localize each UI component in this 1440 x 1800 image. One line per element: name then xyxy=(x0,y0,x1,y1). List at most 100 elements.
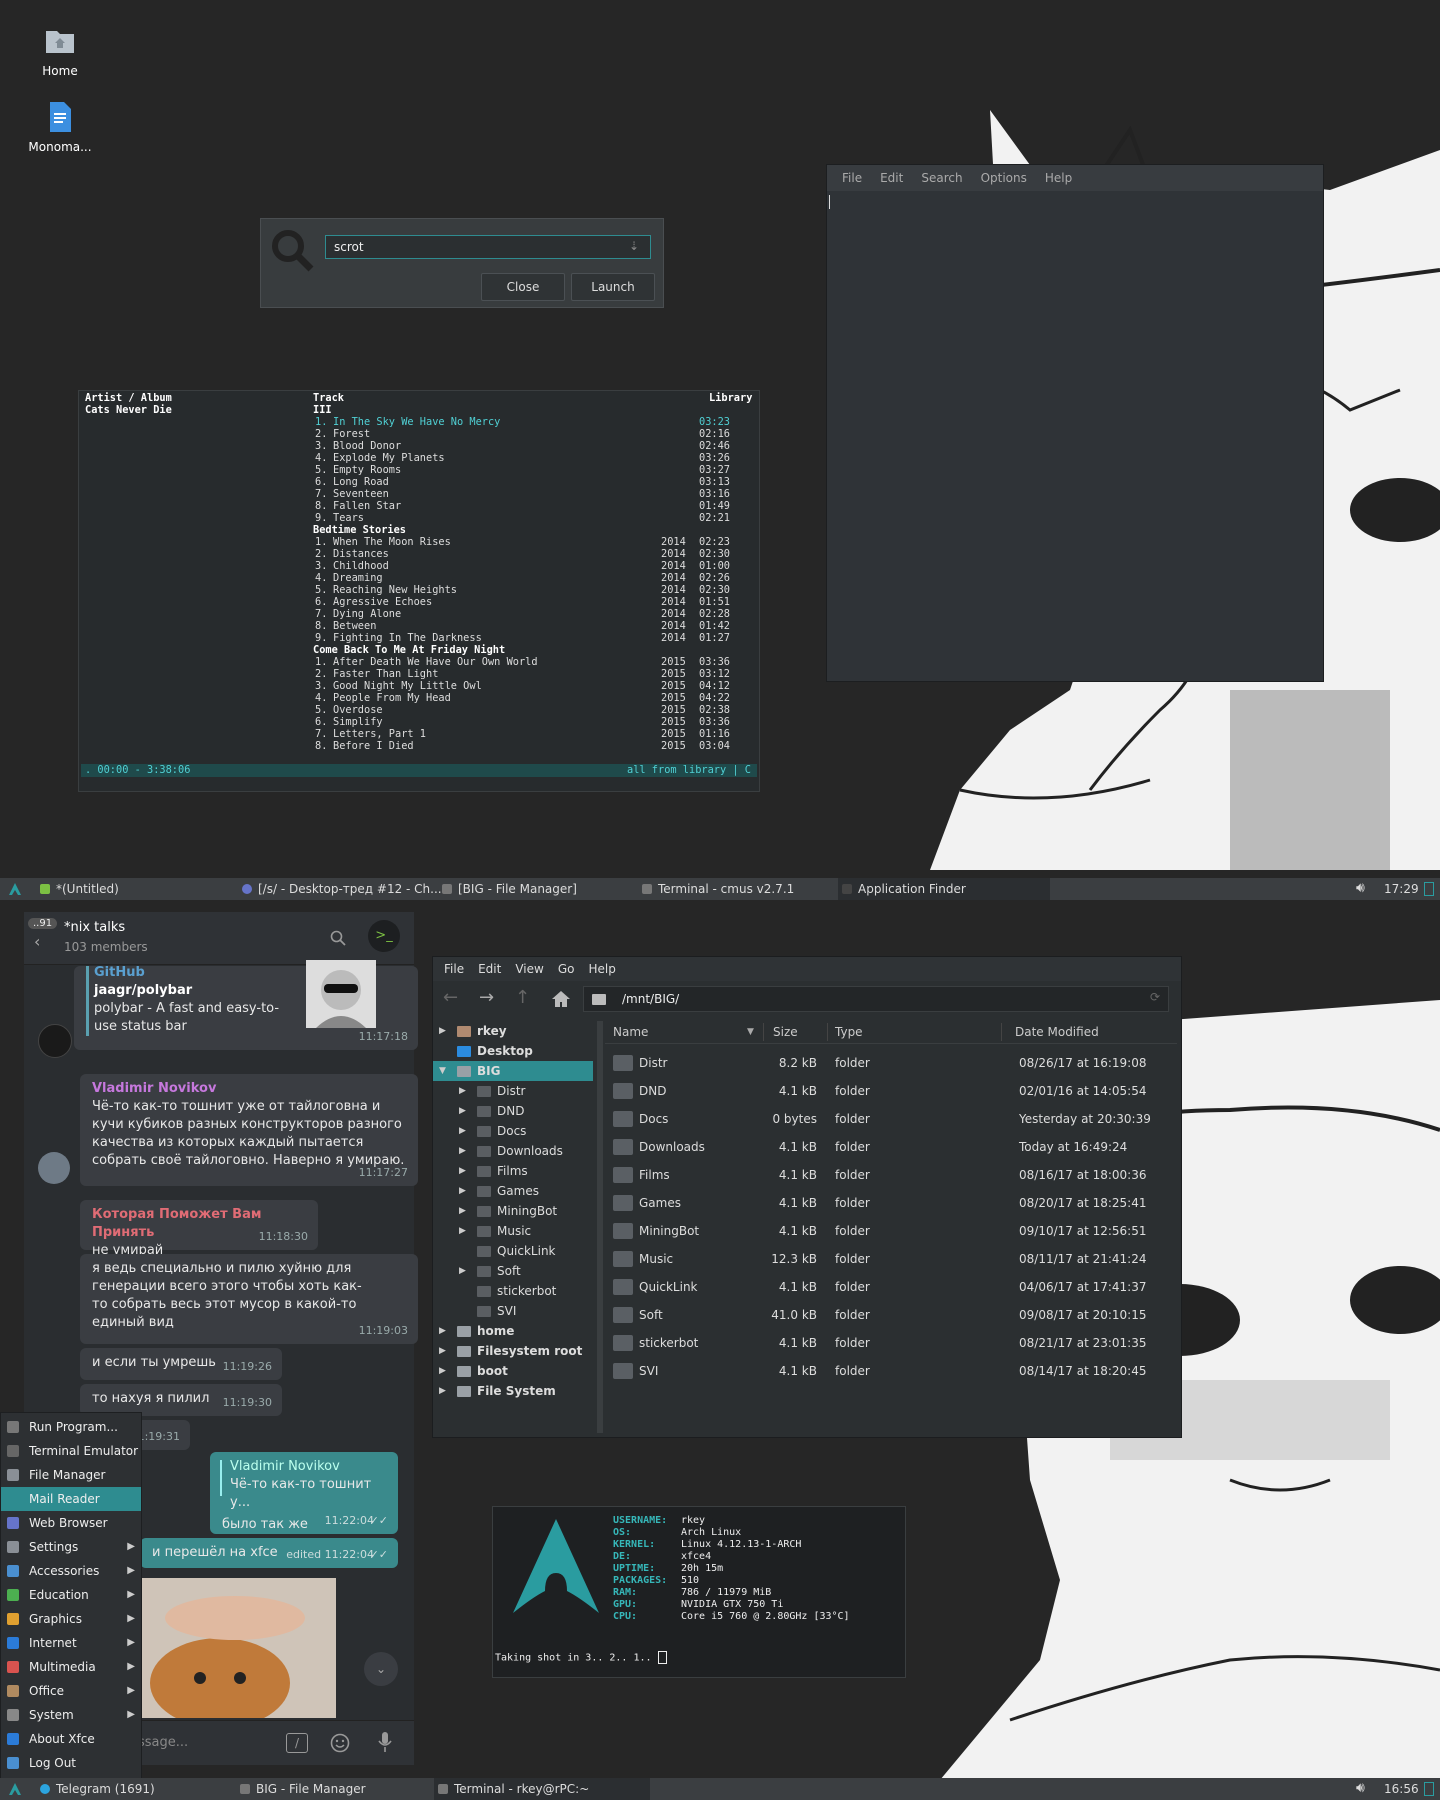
dropdown-arrow-icon[interactable]: ⇣ xyxy=(629,239,639,253)
task-telegram[interactable]: Telegram (1691) xyxy=(36,1778,256,1800)
file-row[interactable]: Docs 0 bytes folder Yesterday at 20:30:39 xyxy=(605,1105,1177,1133)
link-title[interactable]: jaagr/polybar xyxy=(94,982,192,1000)
file-row[interactable]: QuickLink 4.1 kB folder 04/06/17 at 17:41:3… xyxy=(605,1273,1177,1301)
tree-node[interactable]: SVI xyxy=(433,1301,593,1321)
expand-arrow-icon[interactable]: ▶ xyxy=(459,1201,466,1221)
task-file-manager[interactable]: BIG - File Manager xyxy=(236,1778,452,1800)
emoji-icon[interactable] xyxy=(330,1733,350,1753)
tree-node[interactable]: ▼ BIG xyxy=(433,1061,593,1081)
home-icon[interactable] xyxy=(551,989,571,1009)
tree-node[interactable]: ▶ Music xyxy=(433,1221,593,1241)
volume-icon[interactable]: 🔊︎ xyxy=(1356,880,1365,896)
tree-node[interactable]: ▶ Games xyxy=(433,1181,593,1201)
scroll-down-button[interactable]: ⌄ xyxy=(364,1652,398,1686)
tree-node[interactable]: ▶ File System xyxy=(433,1381,593,1401)
back-arrow-icon[interactable]: ‹ xyxy=(34,932,40,951)
menu-item-accessories[interactable]: Accessories ▶ xyxy=(1,1559,141,1583)
back-arrow-icon[interactable]: ← xyxy=(443,987,458,1008)
cmus-artist-item[interactable]: Cats Never Die xyxy=(85,404,172,416)
up-arrow-icon[interactable]: ↑ xyxy=(515,987,530,1008)
expand-arrow-icon[interactable]: ▶ xyxy=(459,1221,466,1241)
menu-go[interactable]: Go xyxy=(551,962,582,976)
menu-search[interactable]: Search xyxy=(914,171,969,185)
forward-arrow-icon[interactable]: → xyxy=(479,987,494,1008)
cmus-album-header[interactable]: III xyxy=(313,404,332,416)
tray-icon[interactable] xyxy=(1424,1782,1434,1796)
menu-item-file-manager[interactable]: File Manager xyxy=(1,1463,141,1487)
collapse-arrow-icon[interactable]: ▼ xyxy=(439,1061,446,1081)
menu-options[interactable]: Options xyxy=(974,171,1034,185)
menu-item-terminal-emulator[interactable]: Terminal Emulator xyxy=(1,1439,141,1463)
menu-help[interactable]: Help xyxy=(581,962,622,976)
expand-arrow-icon[interactable]: ▶ xyxy=(439,1321,446,1341)
pane-separator[interactable] xyxy=(597,1021,603,1433)
reply-author[interactable]: Vladimir Novikov xyxy=(222,1458,386,1476)
chat-avatar[interactable]: >_ xyxy=(368,920,400,952)
expand-arrow-icon[interactable]: ▶ xyxy=(459,1141,466,1161)
editor-text-area[interactable] xyxy=(827,191,1323,681)
expand-arrow-icon[interactable]: ▶ xyxy=(439,1341,446,1361)
arch-menu-icon[interactable] xyxy=(8,1782,22,1796)
microphone-icon[interactable] xyxy=(378,1731,392,1753)
volume-icon[interactable]: 🔊︎ xyxy=(1356,1780,1365,1796)
menu-item-education[interactable]: Education ▶ xyxy=(1,1583,141,1607)
user-avatar[interactable] xyxy=(38,1024,72,1058)
clock[interactable]: 17:29 xyxy=(1384,878,1419,900)
reload-icon[interactable]: ⟳ xyxy=(1150,990,1160,1004)
file-row[interactable]: Games 4.1 kB folder 08/20/17 at 18:25:41 xyxy=(605,1189,1177,1217)
close-button[interactable]: Close xyxy=(481,273,565,301)
expand-arrow-icon[interactable]: ▶ xyxy=(439,1381,446,1401)
search-icon[interactable] xyxy=(330,930,346,946)
menu-item-system[interactable]: System ▶ xyxy=(1,1703,141,1727)
expand-arrow-icon[interactable]: ▶ xyxy=(459,1261,466,1281)
file-row[interactable]: SVI 4.1 kB folder 08/14/17 at 18:20:45 xyxy=(605,1357,1177,1385)
tree-node[interactable]: ▶ Filesystem root xyxy=(433,1341,593,1361)
message-input[interactable]: ssage... xyxy=(138,1735,188,1750)
task-file-manager[interactable]: [BIG - File Manager] xyxy=(438,878,658,900)
menu-item-run-program[interactable]: Run Program... xyxy=(1,1415,141,1439)
menu-file[interactable]: File xyxy=(437,962,471,976)
menu-item-mail-reader[interactable]: Mail Reader xyxy=(1,1487,141,1511)
menu-item-log-out[interactable]: Log Out xyxy=(1,1751,141,1775)
tree-node[interactable]: ▶ home xyxy=(433,1321,593,1341)
column-size[interactable]: Size xyxy=(773,1021,798,1043)
file-row[interactable]: Downloads 4.1 kB folder Today at 16:49:24 xyxy=(605,1133,1177,1161)
menu-item-about-xfce[interactable]: About Xfce xyxy=(1,1727,141,1751)
column-date[interactable]: Date Modified xyxy=(1015,1021,1099,1043)
tree-node[interactable]: QuickLink xyxy=(433,1241,593,1261)
file-row[interactable]: DND 4.1 kB folder 02/01/16 at 14:05:54 xyxy=(605,1077,1177,1105)
tree-node[interactable]: ▶ Docs xyxy=(433,1121,593,1141)
tray-icon[interactable] xyxy=(1424,882,1434,896)
file-row[interactable]: Soft 41.0 kB folder 09/08/17 at 20:10:15 xyxy=(605,1301,1177,1329)
task-browser[interactable]: [/s/ - Desktop-тред #12 - Ch... xyxy=(238,878,458,900)
menu-edit[interactable]: Edit xyxy=(873,171,910,185)
reply-quote[interactable]: Чё-то как-то тошнит у... xyxy=(222,1476,386,1512)
cmus-album-header[interactable]: Bedtime Stories xyxy=(313,524,406,536)
menu-item-office[interactable]: Office ▶ xyxy=(1,1679,141,1703)
user-avatar[interactable] xyxy=(38,1152,70,1184)
menu-item-settings[interactable]: Settings ▶ xyxy=(1,1535,141,1559)
image-message-cat[interactable] xyxy=(140,1578,336,1718)
expand-arrow-icon[interactable]: ▶ xyxy=(459,1101,466,1121)
app-search-input[interactable] xyxy=(325,235,651,259)
launch-button[interactable]: Launch xyxy=(571,273,655,301)
file-row[interactable]: Distr 8.2 kB folder 08/26/17 at 16:19:08 xyxy=(605,1049,1177,1077)
file-row[interactable]: MiningBot 4.1 kB folder 09/10/17 at 12:56:5… xyxy=(605,1217,1177,1245)
desktop-icon-home[interactable]: Home xyxy=(20,24,100,78)
tree-node[interactable]: ▶ Soft xyxy=(433,1261,593,1281)
menu-item-graphics[interactable]: Graphics ▶ xyxy=(1,1607,141,1631)
tree-node[interactable]: ▶ DND xyxy=(433,1101,593,1121)
tree-node[interactable]: stickerbot xyxy=(433,1281,593,1301)
chat-title[interactable]: *nix talks xyxy=(64,920,125,935)
tree-node[interactable]: ▶ Films xyxy=(433,1161,593,1181)
tree-node[interactable]: ▶ Downloads xyxy=(433,1141,593,1161)
menu-item-internet[interactable]: Internet ▶ xyxy=(1,1631,141,1655)
task-application-finder[interactable]: Application Finder xyxy=(838,878,1050,900)
expand-arrow-icon[interactable]: ▶ xyxy=(439,1361,446,1381)
expand-arrow-icon[interactable]: ▶ xyxy=(459,1181,466,1201)
file-row[interactable]: Music 12.3 kB folder 08/11/17 at 21:41:24 xyxy=(605,1245,1177,1273)
expand-arrow-icon[interactable]: ▶ xyxy=(439,1021,446,1041)
task-terminal-cmus[interactable]: Terminal - cmus v2.7.1 xyxy=(638,878,858,900)
menu-edit[interactable]: Edit xyxy=(471,962,508,976)
file-row[interactable]: stickerbot 4.1 kB folder 08/21/17 at 23:01:… xyxy=(605,1329,1177,1357)
